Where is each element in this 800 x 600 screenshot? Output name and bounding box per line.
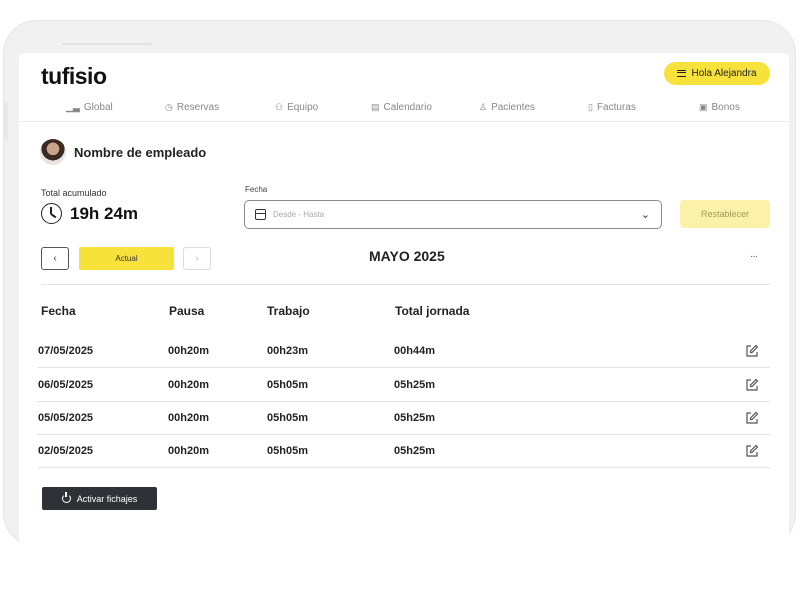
- cell-fecha: 07/05/2025: [38, 345, 94, 357]
- tab-label: Equipo: [287, 102, 319, 113]
- tab-pacientes[interactable]: ♙ Pacientes: [479, 102, 535, 113]
- clock-icon: ◷: [165, 102, 173, 112]
- cell-trabajo: 05h05m: [267, 445, 308, 457]
- cell-pausa: 00h20m: [168, 379, 209, 391]
- tab-label: Facturas: [596, 102, 636, 113]
- cell-total: 05h25m: [394, 379, 435, 391]
- user-add-icon: ♙: [479, 102, 488, 112]
- tab-equipo[interactable]: ⚇ Equipo: [275, 102, 318, 113]
- cell-total: 00h44m: [394, 345, 435, 357]
- side-button: [4, 101, 8, 141]
- table-row: 02/05/2025 00h20m 05h05m 05h25m: [37, 434, 770, 468]
- clock-icon: [41, 203, 62, 224]
- document-icon: ▯: [588, 102, 593, 112]
- avatar: [40, 139, 66, 165]
- cell-total: 05h25m: [394, 445, 435, 457]
- activar-fichajes-button[interactable]: Activar fichajes: [42, 487, 157, 510]
- cell-trabajo: 05h05m: [267, 412, 308, 424]
- date-filter-label: Fecha: [245, 185, 268, 194]
- calendar-icon: ▤: [371, 102, 380, 112]
- cell-trabajo: 05h05m: [267, 379, 308, 391]
- power-icon: [61, 492, 71, 503]
- table-row: 06/05/2025 00h20m 05h05m 05h25m: [37, 368, 770, 402]
- table-row: 07/05/2025 00h20m 00h23m 00h44m: [37, 334, 770, 368]
- ticket-icon: ▣: [699, 102, 708, 112]
- logo-text: tufisio: [41, 63, 107, 89]
- cell-trabajo: 00h23m: [267, 345, 308, 357]
- next-month-button[interactable]: ›: [183, 247, 211, 270]
- cell-fecha: 02/05/2025: [38, 445, 94, 457]
- total-row: 19h 24m: [41, 203, 138, 224]
- user-menu-label: Hola Alejandra: [691, 68, 757, 79]
- table-row: 05/05/2025 00h20m 05h05m 05h25m: [37, 401, 770, 435]
- tab-bonos[interactable]: ▣ Bonos: [699, 102, 740, 113]
- column-header-fecha: Fecha: [41, 304, 76, 318]
- tablet-frame: tufisio Hola Alejandra ▁▃ Global ◷ Reser…: [3, 20, 796, 556]
- total-label: Total acumulado: [41, 188, 107, 198]
- menu-icon: [677, 70, 687, 77]
- date-range-placeholder: Desde - Hasta: [273, 210, 325, 219]
- bar-chart-icon: ▁▃: [66, 102, 80, 112]
- activar-fichajes-label: Activar fichajes: [76, 493, 138, 504]
- top-bezel-line: [62, 43, 152, 45]
- app-screen: tufisio Hola Alejandra ▁▃ Global ◷ Reser…: [19, 53, 789, 556]
- tab-label: Pacientes: [491, 102, 535, 113]
- cell-total: 05h25m: [394, 412, 435, 424]
- date-range-select[interactable]: Desde - Hasta ⌄: [244, 200, 662, 229]
- edit-icon[interactable]: [745, 378, 759, 392]
- main-nav: ▁▃ Global ◷ Reservas ⚇ Equipo ▤ Calendar…: [19, 100, 789, 122]
- cell-pausa: 00h20m: [168, 345, 209, 357]
- total-value: 19h 24m: [70, 203, 139, 223]
- column-header-pausa: Pausa: [169, 304, 205, 318]
- column-header-total: Total jornada: [395, 304, 470, 318]
- employee-name: Nombre de empleado: [74, 145, 207, 160]
- tab-facturas[interactable]: ▯ Facturas: [588, 102, 636, 113]
- chevron-down-icon: ⌄: [640, 209, 650, 221]
- cell-fecha: 05/05/2025: [38, 412, 94, 424]
- cell-pausa: 00h20m: [168, 445, 209, 457]
- reset-button[interactable]: Restablecer: [680, 200, 770, 228]
- edit-icon[interactable]: [745, 344, 759, 358]
- month-title: MAYO 2025: [369, 248, 445, 264]
- cell-pausa: 00h20m: [168, 412, 209, 424]
- cell-fecha: 06/05/2025: [38, 379, 94, 391]
- tab-label: Global: [83, 102, 113, 113]
- tab-label: Calendario: [383, 102, 432, 113]
- divider: [41, 284, 770, 285]
- user-menu-button[interactable]: Hola Alejandra: [664, 62, 770, 85]
- tab-global[interactable]: ▁▃ Global: [66, 102, 113, 113]
- tab-label: Reservas: [176, 102, 220, 113]
- tab-label: Bonos: [711, 102, 740, 113]
- more-options-icon[interactable]: ···: [750, 251, 758, 262]
- tab-reservas[interactable]: ◷ Reservas: [165, 102, 219, 113]
- column-header-trabajo: Trabajo: [267, 304, 310, 318]
- edit-icon[interactable]: [745, 444, 759, 458]
- tab-calendario[interactable]: ▤ Calendario: [371, 102, 432, 113]
- calendar-icon: [255, 209, 266, 220]
- prev-month-button[interactable]: ‹: [41, 247, 69, 270]
- edit-icon[interactable]: [745, 411, 759, 425]
- logo[interactable]: tufisio: [41, 63, 107, 90]
- users-icon: ⚇: [275, 102, 284, 112]
- current-month-button[interactable]: Actual: [79, 247, 174, 270]
